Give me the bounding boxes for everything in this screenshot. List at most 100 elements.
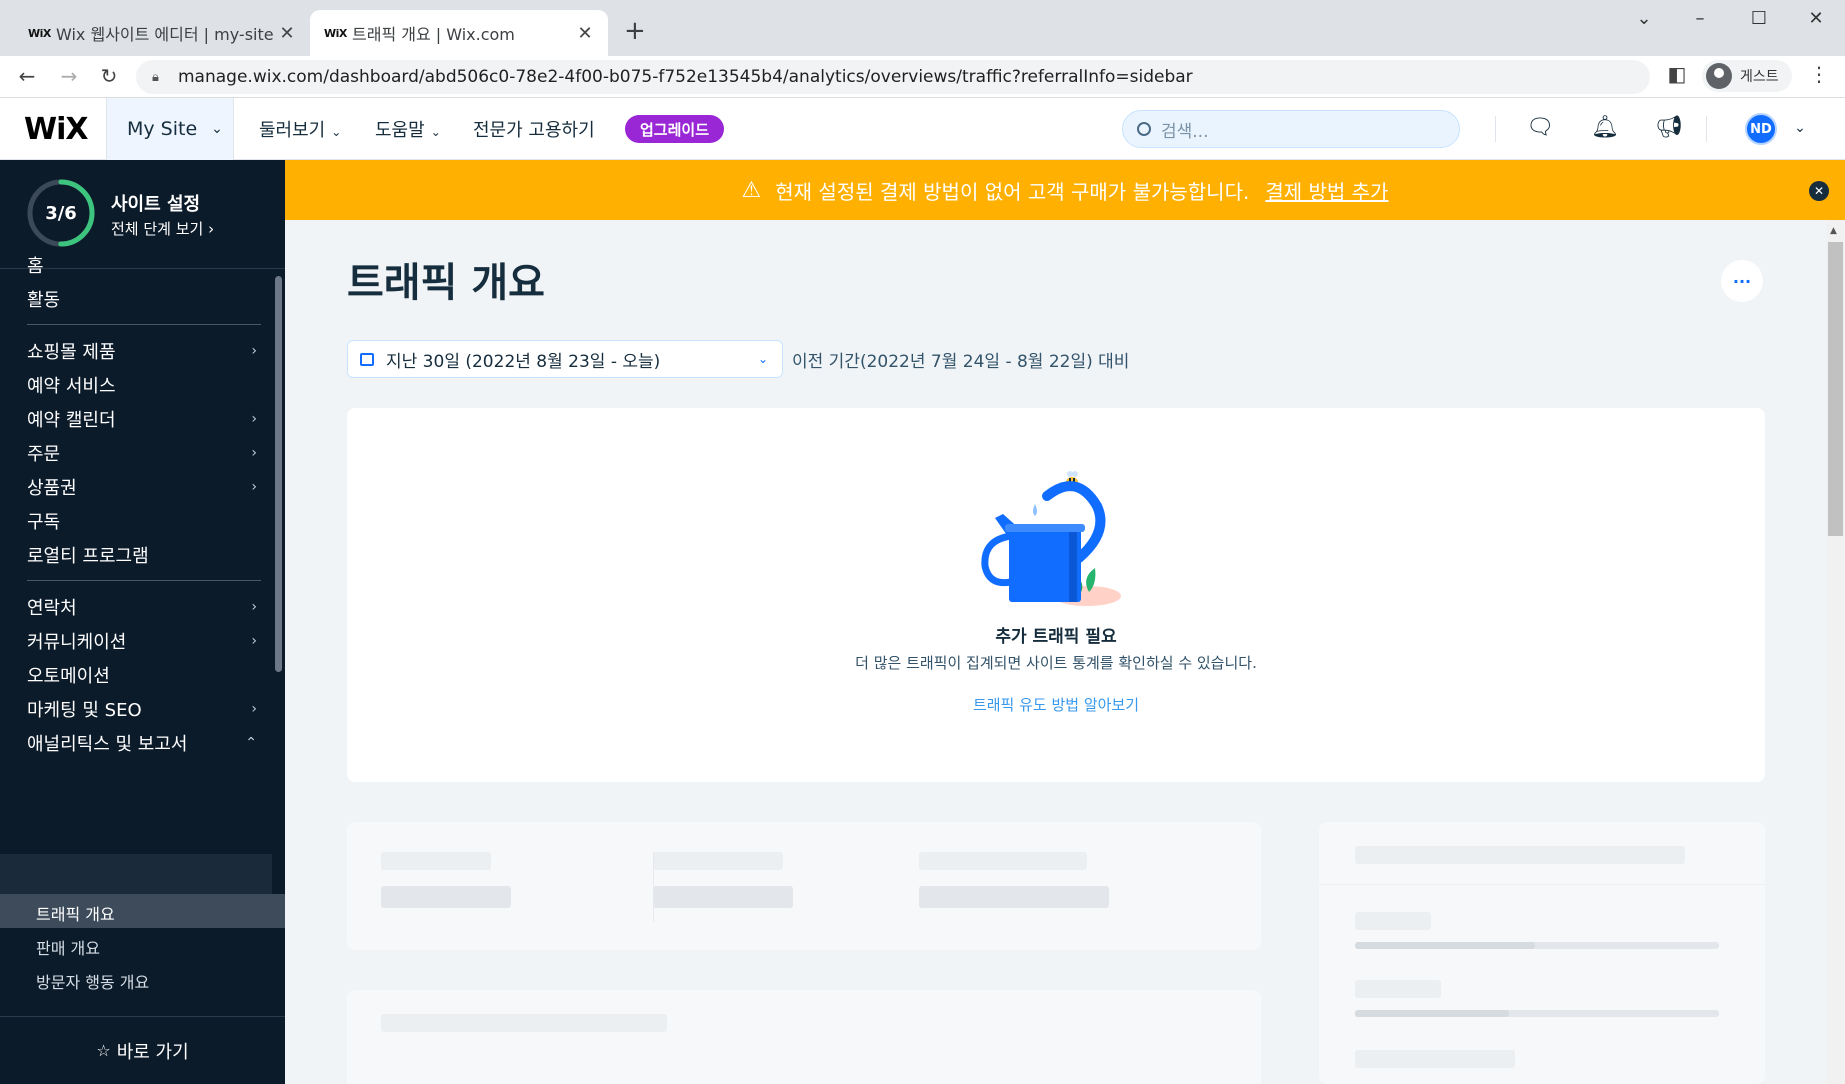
nav-help[interactable]: 도움말 ⌄	[375, 116, 441, 142]
user-avatar[interactable]: ND	[1745, 113, 1777, 145]
sidebar-item-label: 마케팅 및 SEO	[27, 700, 142, 721]
sidebar-item-label: 쇼핑몰 제품	[27, 342, 116, 363]
sidebar-item-booking-calendar[interactable]: 예약 캘린더 ›	[27, 406, 257, 432]
warning-icon: ⚠	[741, 177, 762, 203]
chevron-right-icon: ›	[251, 633, 257, 649]
nav-hire-expert[interactable]: 전문가 고용하기	[473, 116, 595, 142]
page-scrollbar[interactable]: ▲	[1826, 220, 1845, 1084]
sidebar-item-home[interactable]: 홈	[27, 252, 257, 278]
nav-explore[interactable]: 둘러보기 ⌄	[259, 116, 341, 142]
sidebar-item-label: 홈	[27, 256, 44, 277]
add-payment-link[interactable]: 결제 방법 추가	[1265, 176, 1388, 205]
sidebar-item-activity[interactable]: 활동	[27, 286, 257, 312]
empty-state-description: 더 많은 트래픽이 집계되면 사이트 통계를 확인하실 수 있습니다.	[855, 654, 1257, 672]
bell-icon[interactable]: 🔔︎	[1590, 115, 1620, 140]
tab-search-icon[interactable]: ⌄	[1624, 8, 1664, 29]
tab-title: Wix 웹사이트 에디터 | my-site	[56, 25, 274, 44]
active-parent-bg	[0, 854, 272, 894]
sidebar-item-store-products[interactable]: 쇼핑몰 제품 ›	[27, 338, 257, 364]
sidebar-item-label: 로열티 프로그램	[27, 546, 149, 567]
quick-access-button[interactable]: ☆ 바로 가기	[0, 1016, 285, 1084]
banner-message: 현재 설정된 결제 방법이 없어 고객 구매가 불가능합니다.	[775, 179, 1250, 204]
maximize-icon[interactable]: ☐	[1739, 8, 1779, 29]
quick-access-label: 바로 가기	[116, 1041, 189, 1063]
sidebar-item-automations[interactable]: 오토메이션	[27, 662, 257, 688]
setup-title[interactable]: 사이트 설정	[111, 190, 200, 216]
side-panel-icon[interactable]: ◧	[1664, 62, 1690, 86]
skeleton-side-card	[1319, 822, 1765, 1084]
browser-tab-traffic[interactable]: WiX 트래픽 개요 | Wix.com ✕	[310, 10, 608, 56]
chevron-right-icon: ›	[251, 599, 257, 615]
sidebar-item-subscriptions[interactable]: 구독	[27, 508, 257, 534]
divider	[1495, 116, 1496, 142]
close-icon[interactable]: ✕	[1809, 181, 1829, 201]
search-icon	[1137, 122, 1151, 136]
chevron-right-icon: ›	[251, 445, 257, 461]
browser-menu-icon[interactable]: ⋮	[1806, 62, 1832, 86]
browser-tab-editor[interactable]: WiX Wix 웹사이트 에디터 | my-site ✕	[14, 10, 310, 56]
more-actions-button[interactable]: ···	[1721, 260, 1763, 302]
view-all-steps-label: 전체 단계 보기	[111, 220, 204, 238]
upgrade-button[interactable]: 업그레이드	[625, 115, 725, 143]
chevron-down-icon: ⌄	[331, 125, 342, 139]
wix-favicon-icon: WiX	[28, 26, 51, 40]
search-input[interactable]: 검색...	[1122, 110, 1460, 148]
site-selector[interactable]: My Site ⌄	[106, 98, 234, 160]
search-placeholder: 검색...	[1161, 121, 1209, 142]
chat-icon[interactable]: 🗨︎	[1525, 115, 1555, 140]
forward-icon[interactable]: →	[56, 64, 82, 88]
sidebar-scrollbar[interactable]	[275, 276, 282, 672]
main-content: 트래픽 개요 ··· 지난 30일 (2022년 8월 23일 - 오늘) ⌄ …	[285, 220, 1826, 1084]
star-icon: ☆	[96, 1041, 111, 1060]
profile-label: 게스트	[1740, 69, 1779, 85]
nav-label: 도움말	[375, 120, 425, 141]
empty-state-card: 추가 트래픽 필요 더 많은 트래픽이 집계되면 사이트 통계를 확인하실 수 …	[347, 408, 1765, 782]
sidebar-item-orders[interactable]: 주문 ›	[27, 440, 257, 466]
profile-button[interactable]: 게스트	[1702, 60, 1792, 92]
lock-icon: 🔒︎	[152, 69, 159, 85]
subitem-visitor-behavior[interactable]: 방문자 행동 개요	[36, 969, 149, 993]
wix-logo[interactable]: WiX	[24, 112, 89, 147]
minimize-icon[interactable]: –	[1680, 8, 1720, 29]
url-field[interactable]: 🔒︎ manage.wix.com/dashboard/abd506c0-78e…	[136, 60, 1650, 94]
chevron-down-icon: ⌄	[211, 121, 223, 137]
sidebar-item-gift-cards[interactable]: 상품권 ›	[27, 474, 257, 500]
subitem-traffic-overview[interactable]: 트래픽 개요	[36, 901, 115, 925]
date-range-value: 지난 30일 (2022년 8월 23일 - 오늘)	[386, 351, 661, 372]
url-text: manage.wix.com/dashboard/abd506c0-78e2-4…	[178, 67, 1193, 87]
empty-state-title: 추가 트래픽 필요	[995, 627, 1117, 647]
new-tab-icon[interactable]: +	[624, 16, 646, 46]
chevron-up-icon: ⌃	[245, 735, 257, 751]
reload-icon[interactable]: ↻	[96, 64, 122, 88]
back-icon[interactable]: ←	[14, 64, 40, 88]
sidebar-item-label: 오토메이션	[27, 666, 110, 687]
sidebar-item-marketing-seo[interactable]: 마케팅 및 SEO ›	[27, 696, 257, 722]
sidebar-item-loyalty[interactable]: 로열티 프로그램	[27, 542, 257, 568]
chevron-right-icon: ›	[208, 220, 215, 238]
tab-title: 트래픽 개요 | Wix.com	[352, 25, 515, 44]
wix-top-bar: WiX My Site ⌄ 둘러보기 ⌄ 도움말 ⌄ 전문가 고용하기 업그레이드 …	[0, 98, 1845, 160]
divider	[1706, 116, 1707, 142]
close-window-icon[interactable]: ✕	[1796, 8, 1836, 29]
sidebar-item-label: 구독	[27, 512, 61, 533]
scrollbar-thumb[interactable]	[1828, 242, 1843, 536]
sidebar-item-analytics[interactable]: 애널리틱스 및 보고서 ⌃	[27, 730, 257, 756]
setup-progress-text: 3/6	[45, 202, 77, 224]
close-tab-icon[interactable]: ✕	[278, 23, 296, 44]
subitem-sales-overview[interactable]: 판매 개요	[36, 935, 100, 959]
sidebar-item-label: 활동	[27, 290, 61, 311]
close-tab-icon[interactable]: ✕	[576, 23, 594, 44]
sidebar-item-contacts[interactable]: 연락처 ›	[27, 594, 257, 620]
wix-favicon-icon: WiX	[324, 26, 347, 40]
view-all-steps-link[interactable]: 전체 단계 보기 ›	[111, 218, 214, 239]
scroll-up-icon[interactable]: ▲	[1830, 226, 1837, 236]
date-range-picker[interactable]: 지난 30일 (2022년 8월 23일 - 오늘) ⌄	[347, 340, 783, 378]
sidebar-item-label: 커뮤니케이션	[27, 632, 127, 653]
learn-drive-traffic-link[interactable]: 트래픽 유도 방법 알아보기	[347, 694, 1765, 715]
nav-label: 둘러보기	[259, 120, 326, 141]
payment-warning-banner: ⚠ 현재 설정된 결제 방법이 없어 고객 구매가 불가능합니다. 결제 방법 …	[285, 160, 1845, 220]
sidebar-item-communications[interactable]: 커뮤니케이션 ›	[27, 628, 257, 654]
chevron-down-icon[interactable]: ⌄	[1785, 120, 1815, 136]
sidebar-item-booking-services[interactable]: 예약 서비스	[27, 372, 257, 398]
megaphone-icon[interactable]: 📢︎	[1654, 115, 1684, 140]
